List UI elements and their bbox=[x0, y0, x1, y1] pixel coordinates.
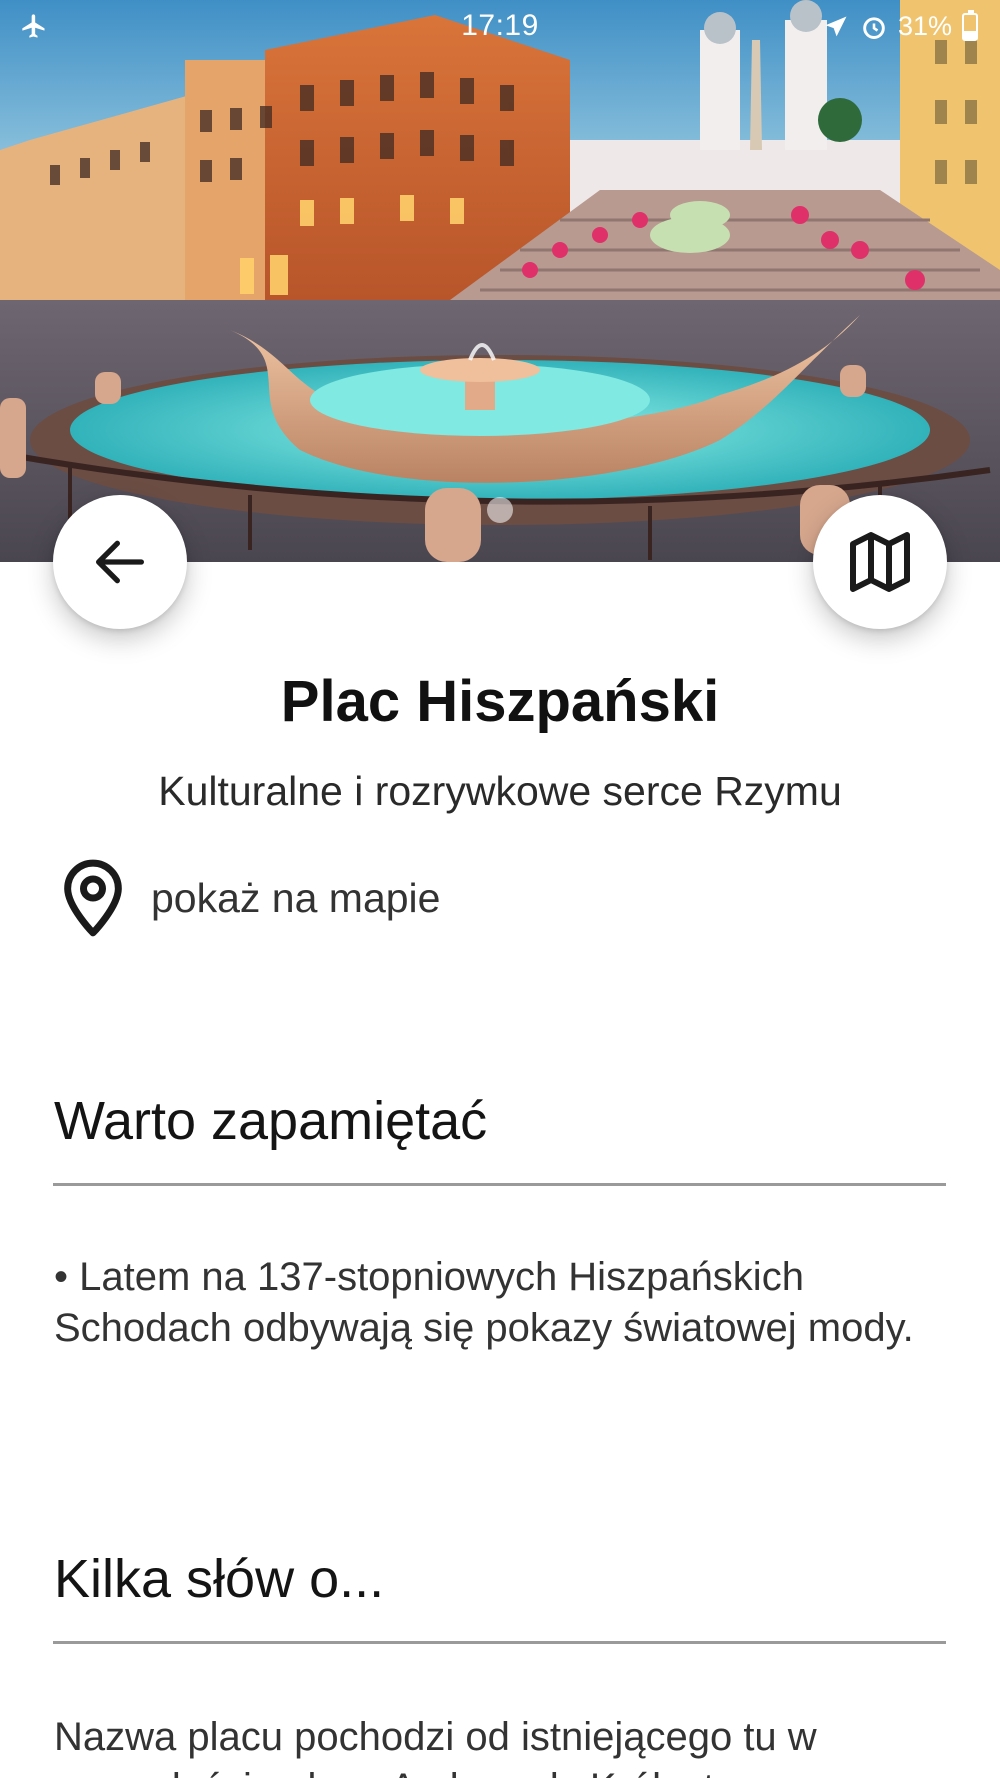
folded-map-icon bbox=[850, 532, 910, 592]
section-divider bbox=[53, 1641, 946, 1644]
show-on-map-link[interactable]: pokaż na mapie bbox=[55, 856, 440, 940]
location-icon bbox=[825, 16, 847, 36]
spanish-steps-illustration bbox=[0, 0, 1000, 562]
back-button[interactable] bbox=[53, 495, 187, 629]
arrow-left-icon bbox=[96, 540, 144, 584]
section-body-remember: • Latem na 137-stopniowych Hiszpańskich … bbox=[54, 1255, 914, 1350]
status-bar: 17:19 31% bbox=[0, 0, 1000, 52]
section-heading-about: Kilka słów o... bbox=[54, 1549, 385, 1609]
section-divider bbox=[53, 1183, 946, 1186]
place-detail-screen: 17:19 31% Plac Hiszpański Kulturalne i r… bbox=[0, 0, 1000, 1778]
battery-percent: 31% bbox=[897, 11, 952, 41]
map-button[interactable] bbox=[813, 495, 947, 629]
alarm-icon bbox=[863, 16, 885, 39]
show-on-map-label: pokaż na mapie bbox=[151, 874, 441, 921]
hero-photo bbox=[0, 0, 1000, 562]
location-pin-icon bbox=[64, 859, 122, 937]
battery-icon bbox=[962, 9, 978, 41]
place-subtitle: Kulturalne i rozrywkowe serce Rzymu bbox=[158, 768, 842, 814]
section-body-about: Nazwa placu pochodzi od istniejącego tu … bbox=[54, 1715, 817, 1778]
place-title: Plac Hiszpański bbox=[280, 669, 720, 734]
section-heading-remember: Warto zapamiętać bbox=[54, 1091, 488, 1151]
status-right-icons: 31% bbox=[822, 9, 978, 42]
carousel-dot-active[interactable] bbox=[487, 497, 513, 523]
